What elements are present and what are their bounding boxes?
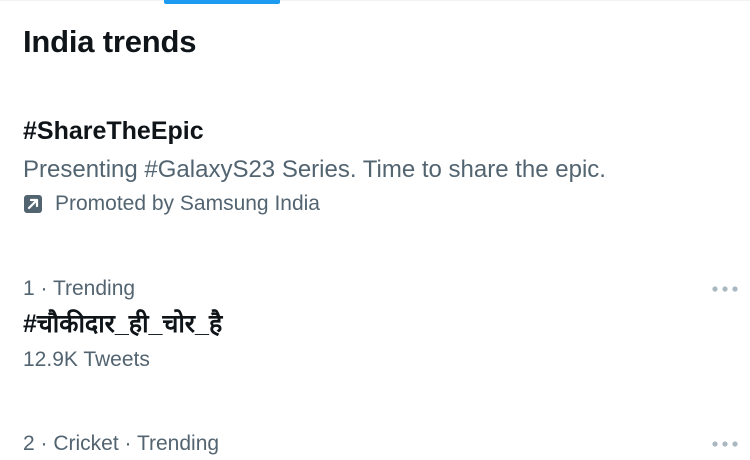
promoted-trend[interactable]: #ShareTheEpic Presenting #GalaxyS23 Seri… [23, 112, 733, 216]
promoted-byline: Promoted by Samsung India [23, 192, 733, 216]
trend-item[interactable]: 1 · Trending #चौकीदार_ही_चोर_है 12.9K Tw… [23, 273, 733, 377]
more-horizontal-icon[interactable] [710, 279, 740, 299]
more-horizontal-icon[interactable] [710, 434, 740, 454]
page-title: India trends [23, 24, 197, 59]
active-tab-indicator [164, 0, 280, 4]
trend-item[interactable]: 2 · Cricket · Trending [23, 428, 733, 460]
promoted-arrow-icon [23, 194, 43, 214]
trend-meta: 1 · Trending [23, 277, 136, 300]
top-border [0, 0, 750, 1]
trend-name[interactable]: #चौकीदार_ही_चोर_है [23, 305, 733, 343]
promoted-byline-text: Promoted by Samsung India [55, 192, 320, 215]
trend-meta: 2 · Cricket · Trending [23, 432, 220, 455]
trend-tweet-count: 12.9K Tweets [23, 348, 150, 371]
promoted-hashtag[interactable]: #ShareTheEpic [23, 112, 733, 150]
promoted-description: Presenting #GalaxyS23 Series. Time to sh… [23, 156, 606, 183]
